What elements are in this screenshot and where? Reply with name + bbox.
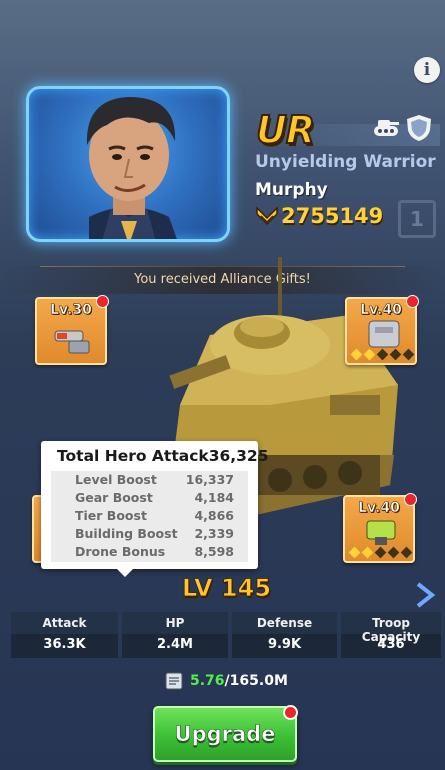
stat-value: 36.3K xyxy=(43,637,86,652)
power-icon xyxy=(256,206,278,226)
stat-value: 2.4M xyxy=(157,637,193,652)
stat-label: Attack xyxy=(42,616,87,630)
stat-attack: Attack 36.3K xyxy=(11,612,118,658)
gear-level: Lv.40 xyxy=(360,302,402,319)
stat-label: HP xyxy=(165,616,185,630)
tooltip-row: Gear Boost 4,184 xyxy=(75,490,234,505)
gear-level: Lv.40 xyxy=(358,500,400,517)
hero-class: Unyielding Warrior xyxy=(255,152,436,172)
tooltip-total: 36,325 xyxy=(208,447,269,465)
stat-hp: HP 2.4M xyxy=(122,612,228,658)
gear-slot-cannon[interactable]: Lv.30 xyxy=(35,295,109,365)
notification-dot xyxy=(283,705,298,720)
attack-breakdown-tooltip: Total Hero Attack36,325 Level Boost 16,33… xyxy=(41,441,269,577)
gear-level: Lv.30 xyxy=(50,302,92,319)
chip-icon xyxy=(366,520,396,545)
stat-value: 9.9K xyxy=(267,637,302,652)
tooltip-row: Tier Boost 4,866 xyxy=(75,508,234,523)
exp-book-icon xyxy=(165,672,183,690)
cost-have: 5.76 xyxy=(190,673,225,689)
stat-value: 436 xyxy=(377,637,405,652)
notification-dot xyxy=(96,295,109,308)
tooltip-row: Building Boost 2,339 xyxy=(75,526,234,541)
notification-dot xyxy=(404,493,417,506)
hero-name: Murphy xyxy=(255,180,328,200)
gear-slot-armor[interactable]: Lv.40 xyxy=(345,295,419,365)
upgrade-button[interactable]: Upgrade xyxy=(153,706,297,762)
chevron-right-icon[interactable] xyxy=(414,582,436,608)
notification-dot xyxy=(406,295,419,308)
level-prefix: LV xyxy=(182,574,213,603)
stat-defense: Defense 9.9K xyxy=(232,612,337,658)
level-value: 145 xyxy=(220,574,272,603)
stat-label: Defense xyxy=(256,616,313,630)
cannon-icon xyxy=(54,330,90,354)
gear-slot-chip[interactable]: Lv.40 xyxy=(343,493,417,563)
tooltip-title: Total Hero Attack xyxy=(57,447,209,465)
tooltip-rows: Level Boost 16,337 Gear Boost 4,184 Tier B… xyxy=(51,471,248,562)
shield-icon xyxy=(407,115,431,141)
armor-icon xyxy=(368,320,400,348)
star-rating xyxy=(350,348,415,361)
rarity-badge: UR xyxy=(255,107,316,153)
hero-face-illustration xyxy=(86,97,177,239)
cost-need: /165.0M xyxy=(224,673,288,689)
lineup-slot-badge[interactable]: 1 xyxy=(398,200,436,238)
tooltip-row: Drone Bonus 8,598 xyxy=(75,544,234,559)
hero-portrait[interactable] xyxy=(26,86,230,242)
upgrade-cost: 5.76/165.0M xyxy=(190,673,288,689)
tank-type-icon xyxy=(374,120,399,136)
stat-troop-capacity: Troop Capacity 436 xyxy=(341,612,441,658)
tooltip-row: Level Boost 16,337 xyxy=(75,472,234,487)
hero-power: 2755149 xyxy=(281,204,384,228)
star-rating xyxy=(348,546,413,559)
hero-level: LV 145 xyxy=(182,574,272,603)
info-icon[interactable]: i xyxy=(414,57,440,83)
